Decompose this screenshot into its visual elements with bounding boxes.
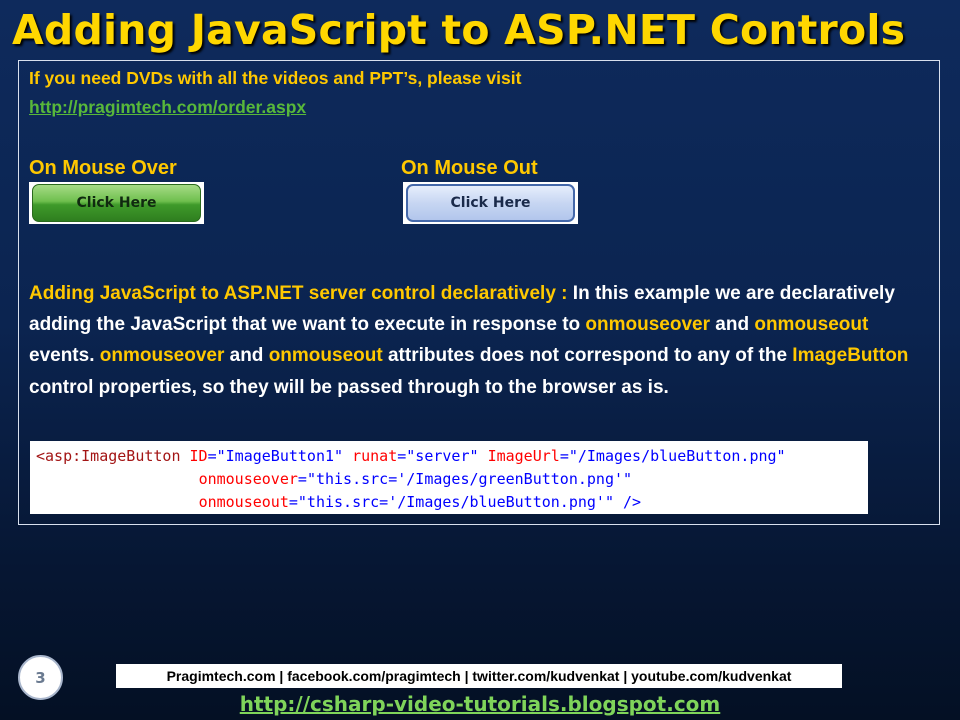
keyword-onmouseout: onmouseout — [268, 345, 383, 367]
keyword-onmouseover: onmouseover — [585, 314, 710, 336]
code-line-1: <asp:ImageButton ID="ImageButton1" runat… — [36, 447, 786, 465]
paragraph-text: control properties, so they will be pass… — [29, 376, 669, 398]
paragraph-heading: Adding JavaScript to ASP.NET server cont… — [29, 283, 568, 304]
green-click-here-button[interactable]: Click Here — [32, 184, 201, 222]
code-value: "server" — [406, 447, 479, 465]
slide-title: Adding JavaScript to ASP.NET Controls — [12, 6, 906, 54]
footer-links-bar: Pragimtech.com | facebook.com/pragimtech… — [116, 664, 842, 688]
keyword-imagebutton: ImageButton — [792, 345, 909, 367]
code-attr: ID — [189, 447, 208, 465]
code-tag: <asp:ImageButton — [36, 447, 181, 465]
keyword-onmouseout: onmouseout — [754, 314, 869, 336]
code-snippet: <asp:ImageButton ID="ImageButton1" runat… — [30, 441, 868, 514]
order-link[interactable]: http://pragimtech.com/order.aspx — [29, 97, 306, 118]
code-value: "ImageButton1" — [216, 447, 344, 465]
mouse-over-demo: Click Here — [29, 182, 204, 224]
explanation-paragraph: Adding JavaScript to ASP.NET server cont… — [29, 278, 934, 403]
code-attr: ImageUrl — [487, 447, 560, 465]
code-line-2: onmouseover="this.src='/Images/greenButt… — [198, 470, 633, 488]
mouse-out-demo: Click Here — [403, 182, 578, 224]
keyword-onmouseover: onmouseover — [99, 345, 225, 367]
code-line-3: onmouseout="this.src='/Images/blueButton… — [198, 493, 642, 511]
paragraph-text: and — [224, 345, 269, 367]
mouse-over-label: On Mouse Over — [29, 157, 177, 179]
code-attr: runat — [352, 447, 398, 465]
paragraph-text: events. — [29, 345, 100, 367]
code-value: "this.src='/Images/blueButton.png'" — [297, 493, 614, 511]
dvd-notice-text: If you need DVDs with all the videos and… — [29, 68, 522, 88]
code-attr: onmouseover — [198, 470, 298, 488]
code-value: "this.src='/Images/greenButton.png'" — [306, 470, 633, 488]
mouse-out-label: On Mouse Out — [401, 157, 538, 179]
code-tag-end: /> — [613, 493, 642, 511]
blue-click-here-button[interactable]: Click Here — [406, 184, 575, 222]
code-attr: onmouseout — [198, 493, 289, 511]
paragraph-text: attributes does not correspond to any of… — [382, 345, 793, 367]
blog-link[interactable]: http://csharp-video-tutorials.blogspot.c… — [0, 692, 960, 716]
paragraph-text: and — [710, 314, 755, 336]
code-value: "/Images/blueButton.png" — [568, 447, 786, 465]
